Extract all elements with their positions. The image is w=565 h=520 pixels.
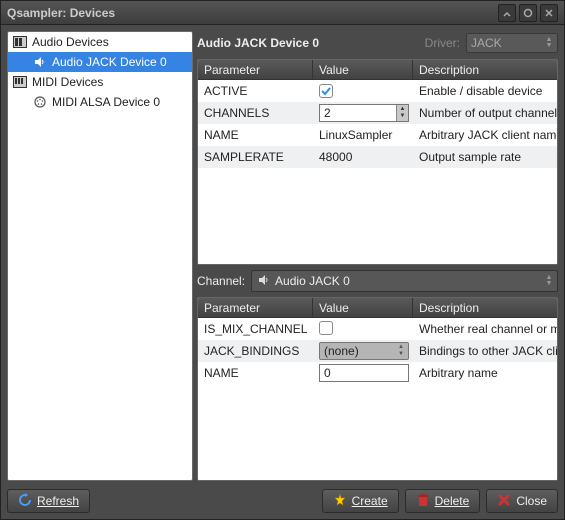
param-name: NAME (198, 128, 313, 142)
param-desc: Output sample rate (413, 150, 557, 164)
speaker-icon (258, 274, 270, 289)
tree-label: MIDI ALSA Device 0 (52, 95, 160, 109)
delete-icon (416, 493, 430, 510)
tree-label: Audio Devices (32, 35, 109, 49)
param-name: SAMPLERATE (198, 150, 313, 164)
param-value-cell: LinuxSampler (313, 128, 413, 142)
table-row: NAME 0 Arbitrary name (198, 362, 557, 384)
table-row: CHANNELS 2▲▼ Number of output channels (198, 102, 557, 124)
driver-select[interactable]: JACK ▲▼ (466, 33, 558, 53)
close-button[interactable]: Close (486, 489, 558, 513)
param-value-cell: (none)▲▼ (313, 342, 413, 360)
combobox[interactable]: (none)▲▼ (319, 342, 409, 360)
tree-audio-root[interactable]: Audio Devices (8, 32, 192, 52)
param-desc: Arbitrary JACK client name (413, 128, 557, 142)
minimize-button[interactable] (498, 4, 516, 22)
col-parameter[interactable]: Parameter (198, 60, 313, 79)
maximize-button[interactable] (519, 4, 537, 22)
param-desc: Arbitrary name (413, 366, 557, 380)
refresh-button[interactable]: Refresh (7, 489, 90, 513)
close-window-button[interactable] (540, 4, 558, 22)
tree-midi-root[interactable]: MIDI Devices (8, 72, 192, 92)
channel-value: Audio JACK 0 (275, 274, 350, 288)
tree-midi-alsa-device[interactable]: MIDI ALSA Device 0 (8, 92, 192, 112)
param-value-cell: 48000 (313, 150, 413, 164)
param-name: NAME (198, 366, 313, 380)
col-parameter[interactable]: Parameter (198, 298, 313, 317)
chevron-updown-icon: ▲▼ (543, 34, 555, 52)
table-row: NAMELinuxSamplerArbitrary JACK client na… (198, 124, 557, 146)
param-value-cell (313, 84, 413, 99)
param-value-cell: 2▲▼ (313, 104, 413, 122)
col-value[interactable]: Value (313, 60, 413, 79)
stepper-arrows-icon[interactable]: ▲▼ (396, 105, 408, 121)
param-desc: Number of output channels (413, 106, 557, 120)
create-icon (333, 493, 347, 510)
close-icon (497, 493, 511, 510)
checkbox[interactable] (319, 84, 333, 98)
create-button[interactable]: Create (322, 489, 399, 513)
tree-audio-jack-device[interactable]: Audio JACK Device 0 (8, 52, 192, 72)
param-name: IS_MIX_CHANNEL (198, 322, 313, 336)
driver-value: JACK (471, 36, 502, 50)
button-label: Close (516, 494, 547, 508)
midi-port-icon (32, 96, 48, 108)
channel-select[interactable]: Audio JACK 0 ▲▼ (251, 270, 558, 292)
chevron-updown-icon: ▲▼ (543, 271, 555, 291)
col-description[interactable]: Description (413, 60, 557, 79)
param-desc: Bindings to other JACK clients (413, 344, 557, 358)
table-row: IS_MIX_CHANNEL Whether real channel or mi… (198, 318, 557, 340)
spinbox[interactable]: 2▲▼ (319, 104, 409, 122)
button-label: Create (352, 494, 388, 508)
table-row: ACTIVE Enable / disable device (198, 80, 557, 102)
channel-params-table: Parameter Value Description IS_MIX_CHANN… (197, 297, 558, 481)
text-input[interactable]: 0 (319, 364, 409, 382)
col-description[interactable]: Description (413, 298, 557, 317)
driver-label: Driver: (425, 36, 460, 50)
button-label: Refresh (37, 494, 79, 508)
titlebar: Qsampler: Devices (1, 1, 564, 25)
audio-panel-icon (12, 36, 28, 48)
table-row: JACK_BINDINGS (none)▲▼ Bindings to other J… (198, 340, 557, 362)
channel-label: Channel: (197, 274, 245, 288)
midi-panel-icon (12, 76, 28, 88)
param-desc: Whether real channel or mix (413, 322, 557, 336)
refresh-icon (18, 493, 32, 510)
param-name: ACTIVE (198, 84, 313, 98)
param-value-cell (313, 321, 413, 338)
button-label: Delete (435, 494, 470, 508)
device-tree[interactable]: Audio Devices Audio JACK Device 0 MIDI D… (7, 31, 193, 481)
delete-button[interactable]: Delete (405, 489, 481, 513)
device-title: Audio JACK Device 0 (197, 36, 419, 50)
checkbox[interactable] (319, 321, 333, 335)
tree-label: MIDI Devices (32, 75, 103, 89)
param-name: JACK_BINDINGS (198, 344, 313, 358)
speaker-icon (32, 56, 48, 68)
tree-label: Audio JACK Device 0 (52, 55, 167, 69)
device-params-table: Parameter Value Description ACTIVE Enable… (197, 59, 558, 265)
chevron-updown-icon: ▲▼ (396, 343, 406, 359)
table-row: SAMPLERATE48000Output sample rate (198, 146, 557, 168)
window-title: Qsampler: Devices (7, 6, 495, 20)
param-desc: Enable / disable device (413, 84, 557, 98)
param-name: CHANNELS (198, 106, 313, 120)
param-value-cell: 0 (313, 364, 413, 382)
col-value[interactable]: Value (313, 298, 413, 317)
